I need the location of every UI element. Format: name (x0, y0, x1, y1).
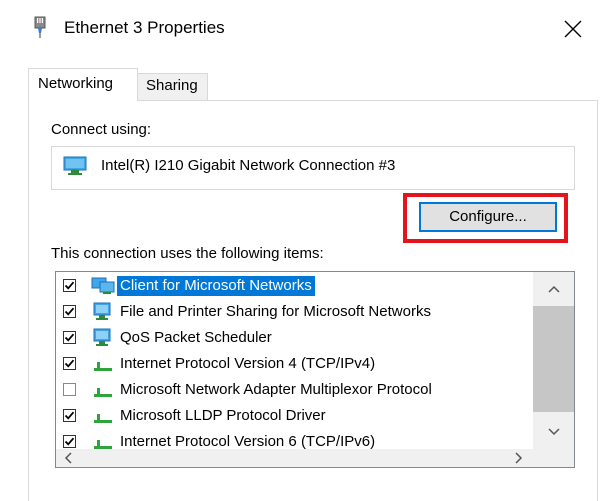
title-bar: Ethernet 3 Properties (0, 0, 602, 56)
scrollbar-corner (533, 449, 574, 467)
network-adapter-icon (63, 156, 87, 181)
list-item-multiplexor-protocol[interactable]: Microsoft Network Adapter Multiplexor Pr… (56, 377, 532, 403)
vertical-scrollbar[interactable] (533, 272, 574, 449)
checkmark-icon (64, 333, 75, 342)
connect-using-label: Connect using: (51, 121, 152, 138)
item-checkbox[interactable] (63, 357, 76, 370)
chevron-right-icon (515, 452, 523, 464)
scroll-up-button[interactable] (533, 272, 574, 306)
item-checkbox[interactable] (63, 279, 76, 292)
protocol-icon (91, 406, 115, 426)
item-checkbox[interactable] (63, 409, 76, 422)
scroll-left-button[interactable] (56, 449, 82, 467)
item-label: Microsoft LLDP Protocol Driver (120, 407, 326, 424)
scroll-down-button[interactable] (533, 415, 574, 449)
tab-networking[interactable]: Networking (28, 68, 138, 101)
scroll-right-button[interactable] (505, 449, 531, 467)
items-label: This connection uses the following items… (51, 245, 324, 262)
item-label: Internet Protocol Version 4 (TCP/IPv4) (120, 355, 376, 372)
chevron-down-icon (548, 428, 560, 436)
item-checkbox[interactable] (63, 305, 76, 318)
checkmark-icon (64, 281, 75, 290)
network-adapter-icon (34, 16, 46, 38)
tab-sharing-label: Sharing (146, 77, 198, 94)
tab-networking-label: Networking (38, 75, 114, 92)
list-item-file-and-printer-sharing[interactable]: File and Printer Sharing for Microsoft N… (56, 299, 532, 325)
item-checkbox[interactable] (63, 383, 76, 396)
network-service-icon (91, 302, 115, 322)
tab-sharing[interactable]: Sharing (138, 73, 208, 100)
chevron-up-icon (548, 285, 560, 293)
horizontal-scrollbar[interactable] (56, 449, 574, 467)
network-service-icon (91, 328, 115, 348)
window-title: Ethernet 3 Properties (64, 18, 225, 37)
protocol-icon (91, 380, 115, 400)
item-checkbox[interactable] (63, 435, 76, 448)
list-item-lldp-protocol-driver[interactable]: Microsoft LLDP Protocol Driver (56, 403, 532, 429)
item-label: Client for Microsoft Networks (117, 276, 315, 296)
items-list[interactable]: Client for Microsoft Networks File and P… (55, 271, 575, 468)
protocol-icon (91, 354, 115, 374)
list-item-ipv4[interactable]: Internet Protocol Version 4 (TCP/IPv4) (56, 351, 532, 377)
network-client-icon (91, 276, 115, 296)
checkmark-icon (64, 411, 75, 420)
adapter-name: Intel(R) I210 Gigabit Network Connection… (101, 157, 396, 174)
item-label: Microsoft Network Adapter Multiplexor Pr… (120, 381, 432, 398)
item-checkbox[interactable] (63, 331, 76, 344)
checkmark-icon (64, 307, 75, 316)
list-item-client-for-microsoft-networks[interactable]: Client for Microsoft Networks (56, 273, 532, 299)
checkmark-icon (64, 437, 75, 446)
chevron-left-icon (64, 452, 72, 464)
list-item-qos-packet-scheduler[interactable]: QoS Packet Scheduler (56, 325, 532, 351)
close-icon (564, 20, 582, 38)
configure-button[interactable]: Configure... (419, 202, 557, 232)
close-button[interactable] (550, 6, 596, 52)
item-label: QoS Packet Scheduler (120, 329, 272, 346)
item-label: File and Printer Sharing for Microsoft N… (120, 303, 431, 320)
scroll-thumb[interactable] (533, 306, 574, 412)
checkmark-icon (64, 359, 75, 368)
